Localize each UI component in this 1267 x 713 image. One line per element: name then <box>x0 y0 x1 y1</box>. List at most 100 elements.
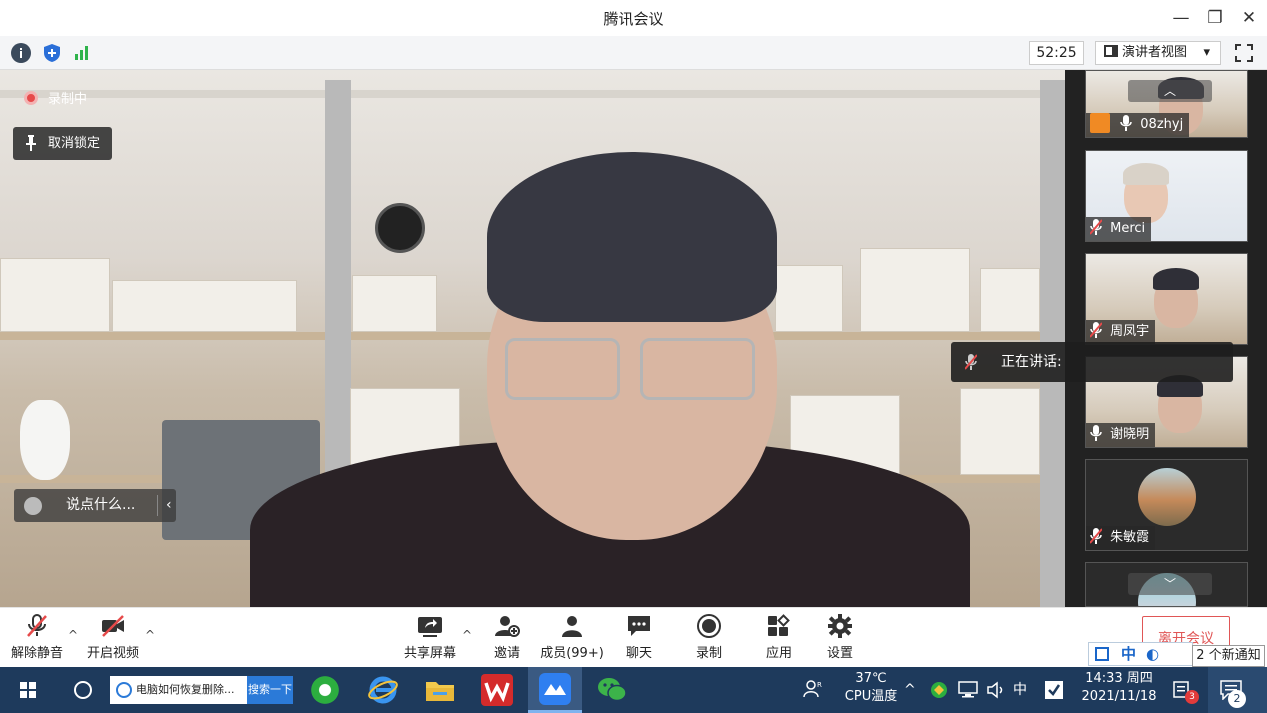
cpu-temperature-widget[interactable]: 37℃ CPU温度 <box>840 670 902 706</box>
clock-date: 2021/11/18 <box>1081 689 1157 704</box>
ime-status-icon[interactable] <box>1044 667 1066 713</box>
settings-label: 设置 <box>826 646 853 661</box>
tencent-meeting-icon <box>539 673 571 705</box>
search-button[interactable]: 搜索一下 <box>247 676 293 704</box>
add-user-icon <box>495 616 520 637</box>
view-mode-label: 演讲者视图 <box>1122 45 1188 60</box>
muted-microphone-icon <box>965 354 977 370</box>
settings-button[interactable]: 设置 <box>823 614 857 666</box>
notification-badge: 2 <box>1228 690 1246 708</box>
storage-box <box>0 258 110 332</box>
participant-name: 谢晓明 <box>1110 427 1150 442</box>
chevron-down-icon: ▾ <box>1203 45 1210 60</box>
recording-dot-icon <box>24 91 38 105</box>
members-button[interactable]: 成员(99+) <box>540 614 604 666</box>
network-icon[interactable] <box>958 667 980 713</box>
invite-label: 邀请 <box>493 646 520 661</box>
apps-button[interactable]: 应用 <box>762 614 796 666</box>
book-stack <box>112 280 297 332</box>
apps-icon <box>768 614 790 636</box>
muted-microphone-icon <box>27 614 47 637</box>
share-screen-label: 共享屏幕 <box>403 646 456 661</box>
record-label: 录制 <box>695 646 722 661</box>
participant-name-bar: 08zhyj <box>1086 113 1190 137</box>
tencent-meeting-taskbar-item[interactable] <box>528 667 582 713</box>
search-input[interactable]: 电脑如何恢复删除... <box>136 676 246 704</box>
unpin-button[interactable]: 取消锁定 <box>13 127 112 160</box>
share-screen-button[interactable]: 共享屏幕 <box>402 614 458 666</box>
ime-toggle-icon[interactable] <box>1095 647 1109 661</box>
network-signal-icon[interactable] <box>72 43 92 63</box>
book-row <box>960 388 1040 475</box>
video-off-icon <box>102 615 124 637</box>
cortana-button[interactable] <box>68 667 98 713</box>
storage-box <box>352 275 437 332</box>
tray-overflow-chevron-icon[interactable]: ^ <box>904 667 920 713</box>
record-button[interactable]: 录制 <box>692 614 726 666</box>
window-title: 腾讯会议 <box>603 10 664 28</box>
members-icon <box>562 616 582 637</box>
participant-tile[interactable]: 朱敏霞 <box>1085 459 1248 551</box>
restore-button[interactable]: ❐ <box>1202 6 1228 30</box>
scroll-up-chevron-icon[interactable]: ︿ <box>1128 80 1212 102</box>
browser-360-icon[interactable] <box>309 674 341 706</box>
wps-office-icon[interactable] <box>481 674 513 706</box>
start-button[interactable] <box>0 667 56 713</box>
collapse-chevron-icon[interactable]: ‹ <box>166 489 172 522</box>
share-screen-icon <box>418 617 442 637</box>
vase <box>20 400 70 480</box>
info-icon[interactable] <box>11 43 31 63</box>
speaker-hair <box>487 152 777 322</box>
participant-name-bar: 朱敏霞 <box>1086 526 1156 550</box>
people-icon[interactable]: R <box>803 667 823 713</box>
scroll-down-chevron-icon[interactable]: ﹀ <box>1128 573 1212 595</box>
invite-button[interactable]: 邀请 <box>490 614 524 666</box>
audio-options-chevron-icon[interactable]: ^ <box>68 628 78 642</box>
moon-icon[interactable]: ◐ <box>1146 645 1159 663</box>
chat-icon <box>628 616 650 636</box>
taskbar-search-box[interactable]: 电脑如何恢复删除... 搜索一下 <box>110 676 293 704</box>
notification-popup[interactable]: 2 个新通知 <box>1192 645 1265 667</box>
view-mode-dropdown[interactable]: 演讲者视图 ▾ <box>1095 41 1221 65</box>
participant-tile[interactable]: 周凤宇 <box>1085 253 1248 345</box>
main-speaker-video[interactable] <box>0 70 1065 607</box>
fullscreen-icon[interactable] <box>1234 43 1254 63</box>
security-tray-icon[interactable] <box>930 667 950 713</box>
cpu-temp-label: CPU温度 <box>844 689 898 704</box>
ime-toolbar[interactable]: 中 ◐ <box>1088 642 1193 666</box>
cortana-icon <box>74 681 92 699</box>
taskbar-clock[interactable]: 14:33 周四 2021/11/18 <box>1078 670 1160 706</box>
muted-microphone-icon <box>1090 528 1102 544</box>
file-explorer-icon[interactable] <box>424 674 456 706</box>
close-button[interactable]: ✕ <box>1236 6 1262 30</box>
internet-explorer-icon[interactable] <box>367 674 399 706</box>
unmute-label: 解除静音 <box>10 646 63 661</box>
participant-tile[interactable]: Merci <box>1085 150 1248 242</box>
microphone-icon <box>1090 425 1102 441</box>
chat-button[interactable]: 聊天 <box>622 614 656 666</box>
participant-name: 08zhyj <box>1140 117 1184 132</box>
participant-hat <box>1123 163 1169 185</box>
ie-icon <box>116 682 132 698</box>
participant-name: 周凤宇 <box>1110 324 1150 339</box>
speaking-label: 正在讲话: <box>1001 354 1062 370</box>
layout-icon <box>1104 45 1118 57</box>
unpin-label: 取消锁定 <box>48 136 101 151</box>
minimize-button[interactable]: — <box>1168 6 1194 30</box>
input-language-indicator[interactable]: 中 <box>1013 667 1031 713</box>
emoji-icon[interactable] <box>24 497 42 515</box>
speaker-icon[interactable] <box>986 667 1006 713</box>
cpu-temp-value: 37℃ <box>855 671 887 686</box>
host-icon <box>1090 113 1110 133</box>
wechat-icon[interactable] <box>596 674 628 706</box>
unmute-button[interactable]: 解除静音 <box>10 614 64 666</box>
start-video-button[interactable]: 开启视频 <box>86 614 140 666</box>
share-options-chevron-icon[interactable]: ^ <box>462 628 472 642</box>
participant-name: Merci <box>1110 221 1146 236</box>
title-bar: 腾讯会议 — ❐ ✕ <box>0 0 1267 36</box>
ime-mode[interactable]: 中 <box>1121 645 1136 663</box>
members-label: 成员(99+) <box>540 646 604 661</box>
video-options-chevron-icon[interactable]: ^ <box>145 628 155 642</box>
security-shield-icon[interactable] <box>42 43 62 63</box>
chat-input-bubble[interactable]: 说点什么... ‹ <box>14 489 176 522</box>
